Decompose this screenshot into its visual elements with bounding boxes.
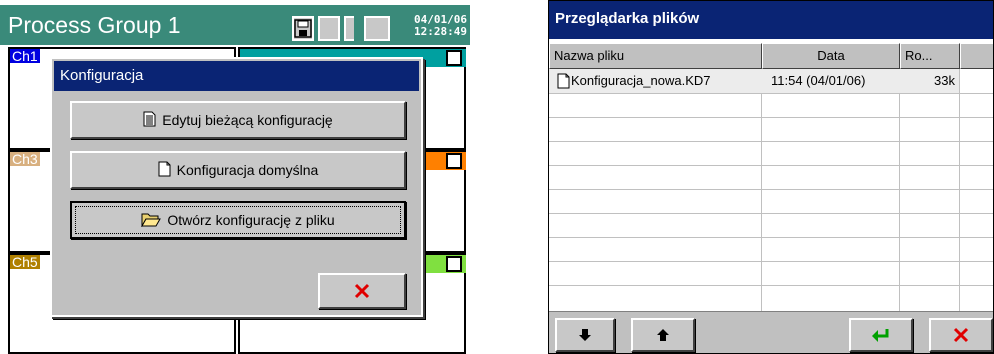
channel-checkbox-ch6[interactable] (446, 256, 462, 272)
scroll-down-button[interactable] (555, 318, 615, 352)
toolbar-icon-4[interactable] (364, 16, 390, 41)
arrow-down-icon (579, 329, 591, 341)
column-divider (899, 69, 900, 311)
document-icon (158, 161, 171, 180)
edit-configuration-label: Edytuj bieżącą konfigurację (162, 112, 333, 128)
table-row[interactable]: Konfiguracja_nowa.KD7 11:54 (04/01/06) 3… (549, 69, 959, 93)
column-divider (959, 69, 960, 311)
confirm-button[interactable] (849, 318, 913, 352)
title-bar: Process Group 1 04/01/06 12:28:49 (0, 5, 470, 45)
column-header-size[interactable]: Ro... (900, 43, 960, 69)
dialog-title: Konfiguracja (54, 61, 419, 91)
row-divider (549, 285, 993, 286)
save-icon[interactable] (292, 16, 314, 41)
document-text-icon (143, 111, 156, 130)
time-text: 12:28:49 (414, 25, 467, 38)
file-browser-toolbar (549, 311, 993, 353)
column-header-name[interactable]: Nazwa pliku (549, 43, 762, 69)
file-table-header: Nazwa pliku Data Ro... (549, 43, 993, 69)
column-header-date[interactable]: Data (762, 43, 900, 69)
row-divider (549, 165, 993, 166)
enter-arrow-icon (872, 329, 889, 342)
column-header-extra (960, 43, 993, 69)
channel-checkbox-ch4[interactable] (446, 153, 462, 169)
edit-configuration-button[interactable]: Edytuj bieżącą konfigurację (70, 101, 406, 139)
row-divider (549, 117, 993, 118)
cancel-button[interactable] (929, 318, 993, 352)
toolbar-icon-2[interactable] (318, 16, 340, 41)
file-date: 11:54 (04/01/06) (771, 73, 866, 88)
default-configuration-button[interactable]: Konfiguracja domyślna (70, 151, 406, 189)
toolbar-icon-3-left (344, 16, 354, 41)
arrow-up-icon (657, 329, 669, 341)
row-divider (549, 261, 993, 262)
x-icon (953, 327, 969, 343)
scroll-up-button[interactable] (631, 318, 695, 352)
floppy-icon (294, 19, 312, 38)
row-divider (549, 141, 993, 142)
process-group-screen: Process Group 1 04/01/06 12:28:49 Ch1 Ch… (0, 0, 470, 354)
channel-label-ch5: Ch5 (10, 254, 40, 270)
channel-label-ch1: Ch1 (10, 48, 40, 64)
file-size: 33k (934, 73, 955, 88)
channel-checkbox-ch2[interactable] (446, 50, 462, 66)
channel-label-ch3: Ch3 (10, 151, 40, 167)
default-configuration-label: Konfiguracja domyślna (176, 162, 319, 178)
row-divider (549, 189, 993, 190)
file-browser-screen: Przeglądarka plików Nazwa pliku Data Ro.… (548, 0, 994, 354)
datetime-display: 04/01/06 12:28:49 (414, 14, 467, 38)
folder-open-icon (141, 211, 162, 230)
cancel-button[interactable] (318, 273, 406, 309)
x-icon (354, 283, 370, 299)
file-name: Konfiguracja_nowa.KD7 (571, 73, 711, 88)
page-title: Process Group 1 (8, 12, 181, 38)
row-divider (549, 93, 993, 94)
open-configuration-label: Otwórz konfigurację z pliku (167, 212, 335, 228)
configuration-dialog: Konfiguracja Edytuj bieżącą konfigurację… (50, 57, 423, 317)
file-icon (557, 69, 571, 93)
file-browser-title: Przeglądarka plików (549, 1, 993, 39)
row-divider (549, 237, 993, 238)
open-configuration-button[interactable]: Otwórz konfigurację z pliku (70, 201, 406, 239)
row-divider (549, 213, 993, 214)
column-divider (761, 69, 762, 311)
